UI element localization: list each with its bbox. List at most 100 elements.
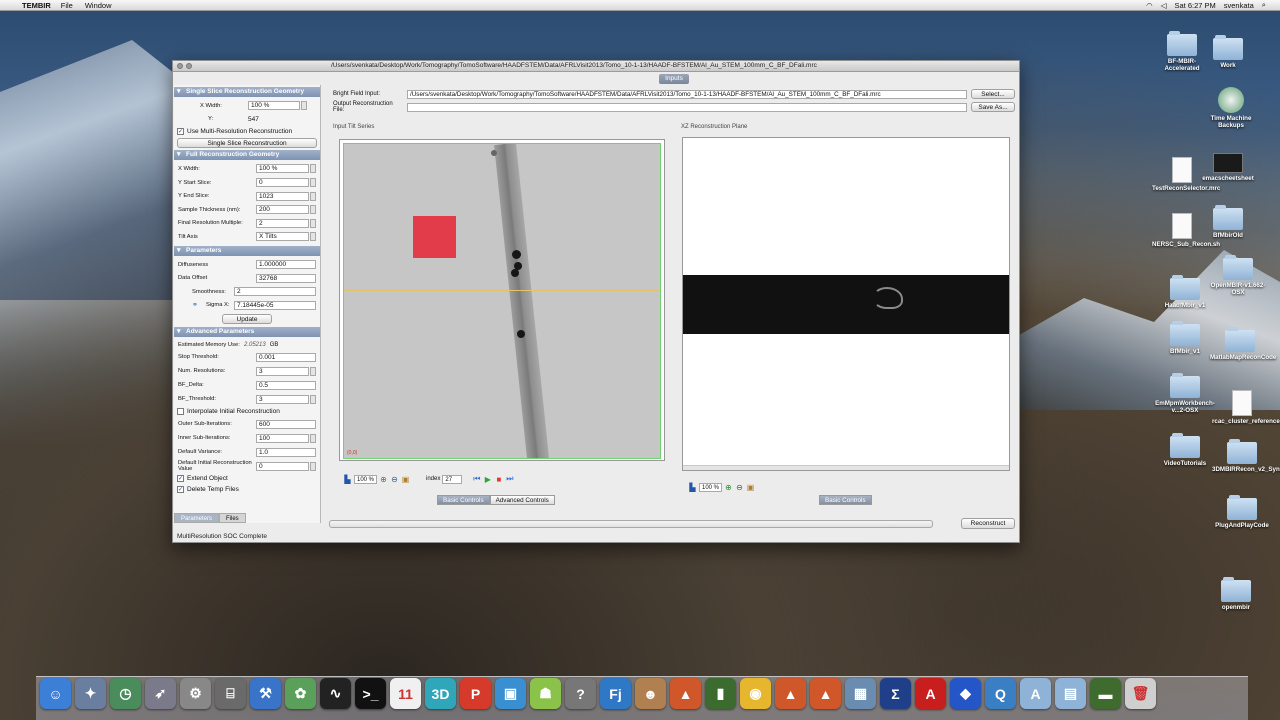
trash-icon[interactable]: 🗑: [1125, 678, 1156, 709]
close-button[interactable]: [177, 63, 183, 69]
full-recon-field-input[interactable]: 100 %: [256, 164, 309, 174]
desktop-icon[interactable]: HaadfMbir_v1: [1155, 275, 1215, 309]
quicktime-icon[interactable]: Q: [985, 678, 1016, 709]
desktop-icon[interactable]: VideoTutorials: [1155, 433, 1215, 467]
desktop-icon[interactable]: BfMbirOld: [1198, 205, 1258, 239]
stepper-icon[interactable]: [310, 218, 316, 228]
advanced-field-input[interactable]: 0.001: [256, 352, 316, 362]
desktop-icon[interactable]: rcac_cluster_reference.pdf: [1212, 390, 1280, 425]
last-frame-icon[interactable]: ⏭: [505, 474, 514, 484]
desktop-icon[interactable]: Time Machine Backups: [1201, 87, 1261, 129]
stepper-icon[interactable]: [310, 394, 316, 404]
stepper-icon[interactable]: [310, 366, 316, 376]
recon-zoom-select[interactable]: 100 %: [699, 482, 723, 492]
desktop-icon[interactable]: OpenMBIR-v1.662-OSX: [1208, 255, 1268, 296]
duck-icon[interactable]: ✿: [285, 678, 316, 709]
menu-file[interactable]: File: [61, 1, 73, 10]
desktop-icon[interactable]: Work: [1198, 35, 1258, 69]
desktop-icon[interactable]: EmMpmWorkbench-v...2-OSX: [1155, 373, 1215, 414]
save-icon[interactable]: ▙: [688, 483, 697, 492]
save-icon[interactable]: ▙: [343, 475, 352, 484]
docs-folder-icon[interactable]: ▤: [1055, 678, 1086, 709]
sigma-icon[interactable]: Σ: [880, 678, 911, 709]
slice-line[interactable]: [344, 290, 660, 291]
full-recon-header[interactable]: Full Reconstruction Geometry: [174, 150, 320, 161]
wifi-icon[interactable]: ◠: [1146, 1, 1153, 10]
advanced-field-input[interactable]: 600: [256, 419, 316, 429]
terminal-icon[interactable]: >_: [355, 678, 386, 709]
reconstruct-button[interactable]: Reconstruct: [961, 518, 1015, 529]
finder-icon[interactable]: ☺: [40, 678, 71, 709]
matlab2-icon[interactable]: ▲: [775, 678, 806, 709]
play-icon[interactable]: ▶: [483, 475, 492, 484]
launchpad-icon[interactable]: ➶: [145, 678, 176, 709]
index-stepper[interactable]: 27: [442, 474, 463, 484]
stepper-icon[interactable]: [310, 164, 316, 174]
single-slice-button[interactable]: Single Slice Reconstruction: [177, 138, 317, 149]
calendar-icon[interactable]: 11: [390, 678, 421, 709]
tab-basic-controls[interactable]: Basic Controls: [437, 495, 490, 505]
chart-icon[interactable]: ▮: [705, 678, 736, 709]
question-icon[interactable]: ?: [565, 678, 596, 709]
matlab-icon[interactable]: ▲: [670, 678, 701, 709]
full-recon-field-input[interactable]: 2: [256, 218, 309, 228]
advanced-field-input[interactable]: 3: [256, 394, 309, 404]
stepper-icon[interactable]: [310, 433, 316, 443]
advanced-field-input[interactable]: 3: [256, 366, 309, 376]
selection-marker[interactable]: [413, 216, 456, 258]
select-button[interactable]: Select...: [971, 89, 1015, 99]
xcode-icon[interactable]: ⚒: [250, 678, 281, 709]
data-offset-input[interactable]: 32768: [256, 273, 316, 283]
system-prefs-icon[interactable]: ⚙: [180, 678, 211, 709]
stepper-icon[interactable]: [310, 205, 316, 215]
downloads-icon[interactable]: ▬: [1090, 678, 1121, 709]
stepper-icon[interactable]: [310, 191, 316, 201]
desktop-icon[interactable]: PlugAndPlayCode: [1212, 495, 1272, 529]
advanced-field-input[interactable]: 0: [256, 461, 309, 471]
interpolate-checkbox[interactable]: Interpolate Initial Reconstruction: [174, 406, 320, 417]
x-width-stepper[interactable]: [301, 101, 307, 111]
smoothness-input[interactable]: 2: [234, 287, 316, 297]
x-width-select[interactable]: 100 %: [248, 101, 300, 111]
diffuseness-input[interactable]: 1.000000: [256, 260, 316, 270]
zoom-in-icon[interactable]: ⊕: [379, 475, 388, 484]
stepper-icon[interactable]: [310, 232, 316, 242]
robot-icon[interactable]: ☻: [635, 678, 666, 709]
tab-advanced-controls[interactable]: Advanced Controls: [489, 495, 555, 505]
desktop-icon[interactable]: MatlabMapReconCode: [1210, 327, 1276, 361]
photos-icon[interactable]: ▦: [845, 678, 876, 709]
desktop-icon[interactable]: emacscheetsheet: [1198, 153, 1258, 182]
tilt-zoom-select[interactable]: 100 %: [354, 474, 378, 484]
fiji-icon[interactable]: Fj: [600, 678, 631, 709]
desktop-icon[interactable]: BfMbir_v1: [1155, 321, 1215, 355]
tab-parameters[interactable]: Parameters: [174, 513, 220, 523]
checkbox-checked-icon[interactable]: ✓: [177, 128, 184, 136]
sigma-input[interactable]: 7.18445e-05: [234, 300, 316, 310]
full-recon-field-input[interactable]: 200: [256, 205, 309, 215]
tilt-image[interactable]: (0,0): [343, 143, 661, 459]
first-frame-icon[interactable]: ⏮: [472, 474, 481, 484]
zoom-in-icon[interactable]: ⊕: [724, 483, 733, 492]
single-slice-header[interactable]: Single Slice Reconstruction Geometry: [174, 87, 320, 97]
android-icon[interactable]: ☗: [530, 678, 561, 709]
stop-icon[interactable]: ■: [494, 475, 503, 484]
stepper-icon[interactable]: [310, 178, 316, 188]
image-icon[interactable]: ▣: [495, 678, 526, 709]
desktop-icon[interactable]: 3DMBIRRecon_v2_Synchrotron: [1212, 439, 1280, 473]
extend-object-checkbox[interactable]: ✓ Extend Object: [174, 473, 320, 484]
advanced-field-input[interactable]: 100: [256, 433, 309, 443]
title-bar[interactable]: /Users/svenkata/Desktop/Work/Tomography/…: [173, 61, 1019, 72]
parameters-header[interactable]: Parameters: [174, 245, 320, 256]
activity-monitor-icon[interactable]: ∿: [320, 678, 351, 709]
tab-recon-basic-controls[interactable]: Basic Controls: [819, 495, 872, 505]
time-machine-icon[interactable]: ◷: [110, 678, 141, 709]
zoom-out-icon[interactable]: ⊖: [390, 475, 399, 484]
zoom-out-icon[interactable]: ⊖: [735, 483, 744, 492]
advanced-field-input[interactable]: 0.5: [256, 380, 316, 390]
minimize-button[interactable]: [186, 63, 192, 69]
stepper-icon[interactable]: [310, 461, 316, 471]
desktop-icon[interactable]: openmbir: [1206, 577, 1266, 611]
fit-icon[interactable]: ▣: [746, 483, 755, 492]
3d-icon[interactable]: 3D: [425, 678, 456, 709]
checkbox-unchecked-icon[interactable]: [177, 408, 184, 416]
